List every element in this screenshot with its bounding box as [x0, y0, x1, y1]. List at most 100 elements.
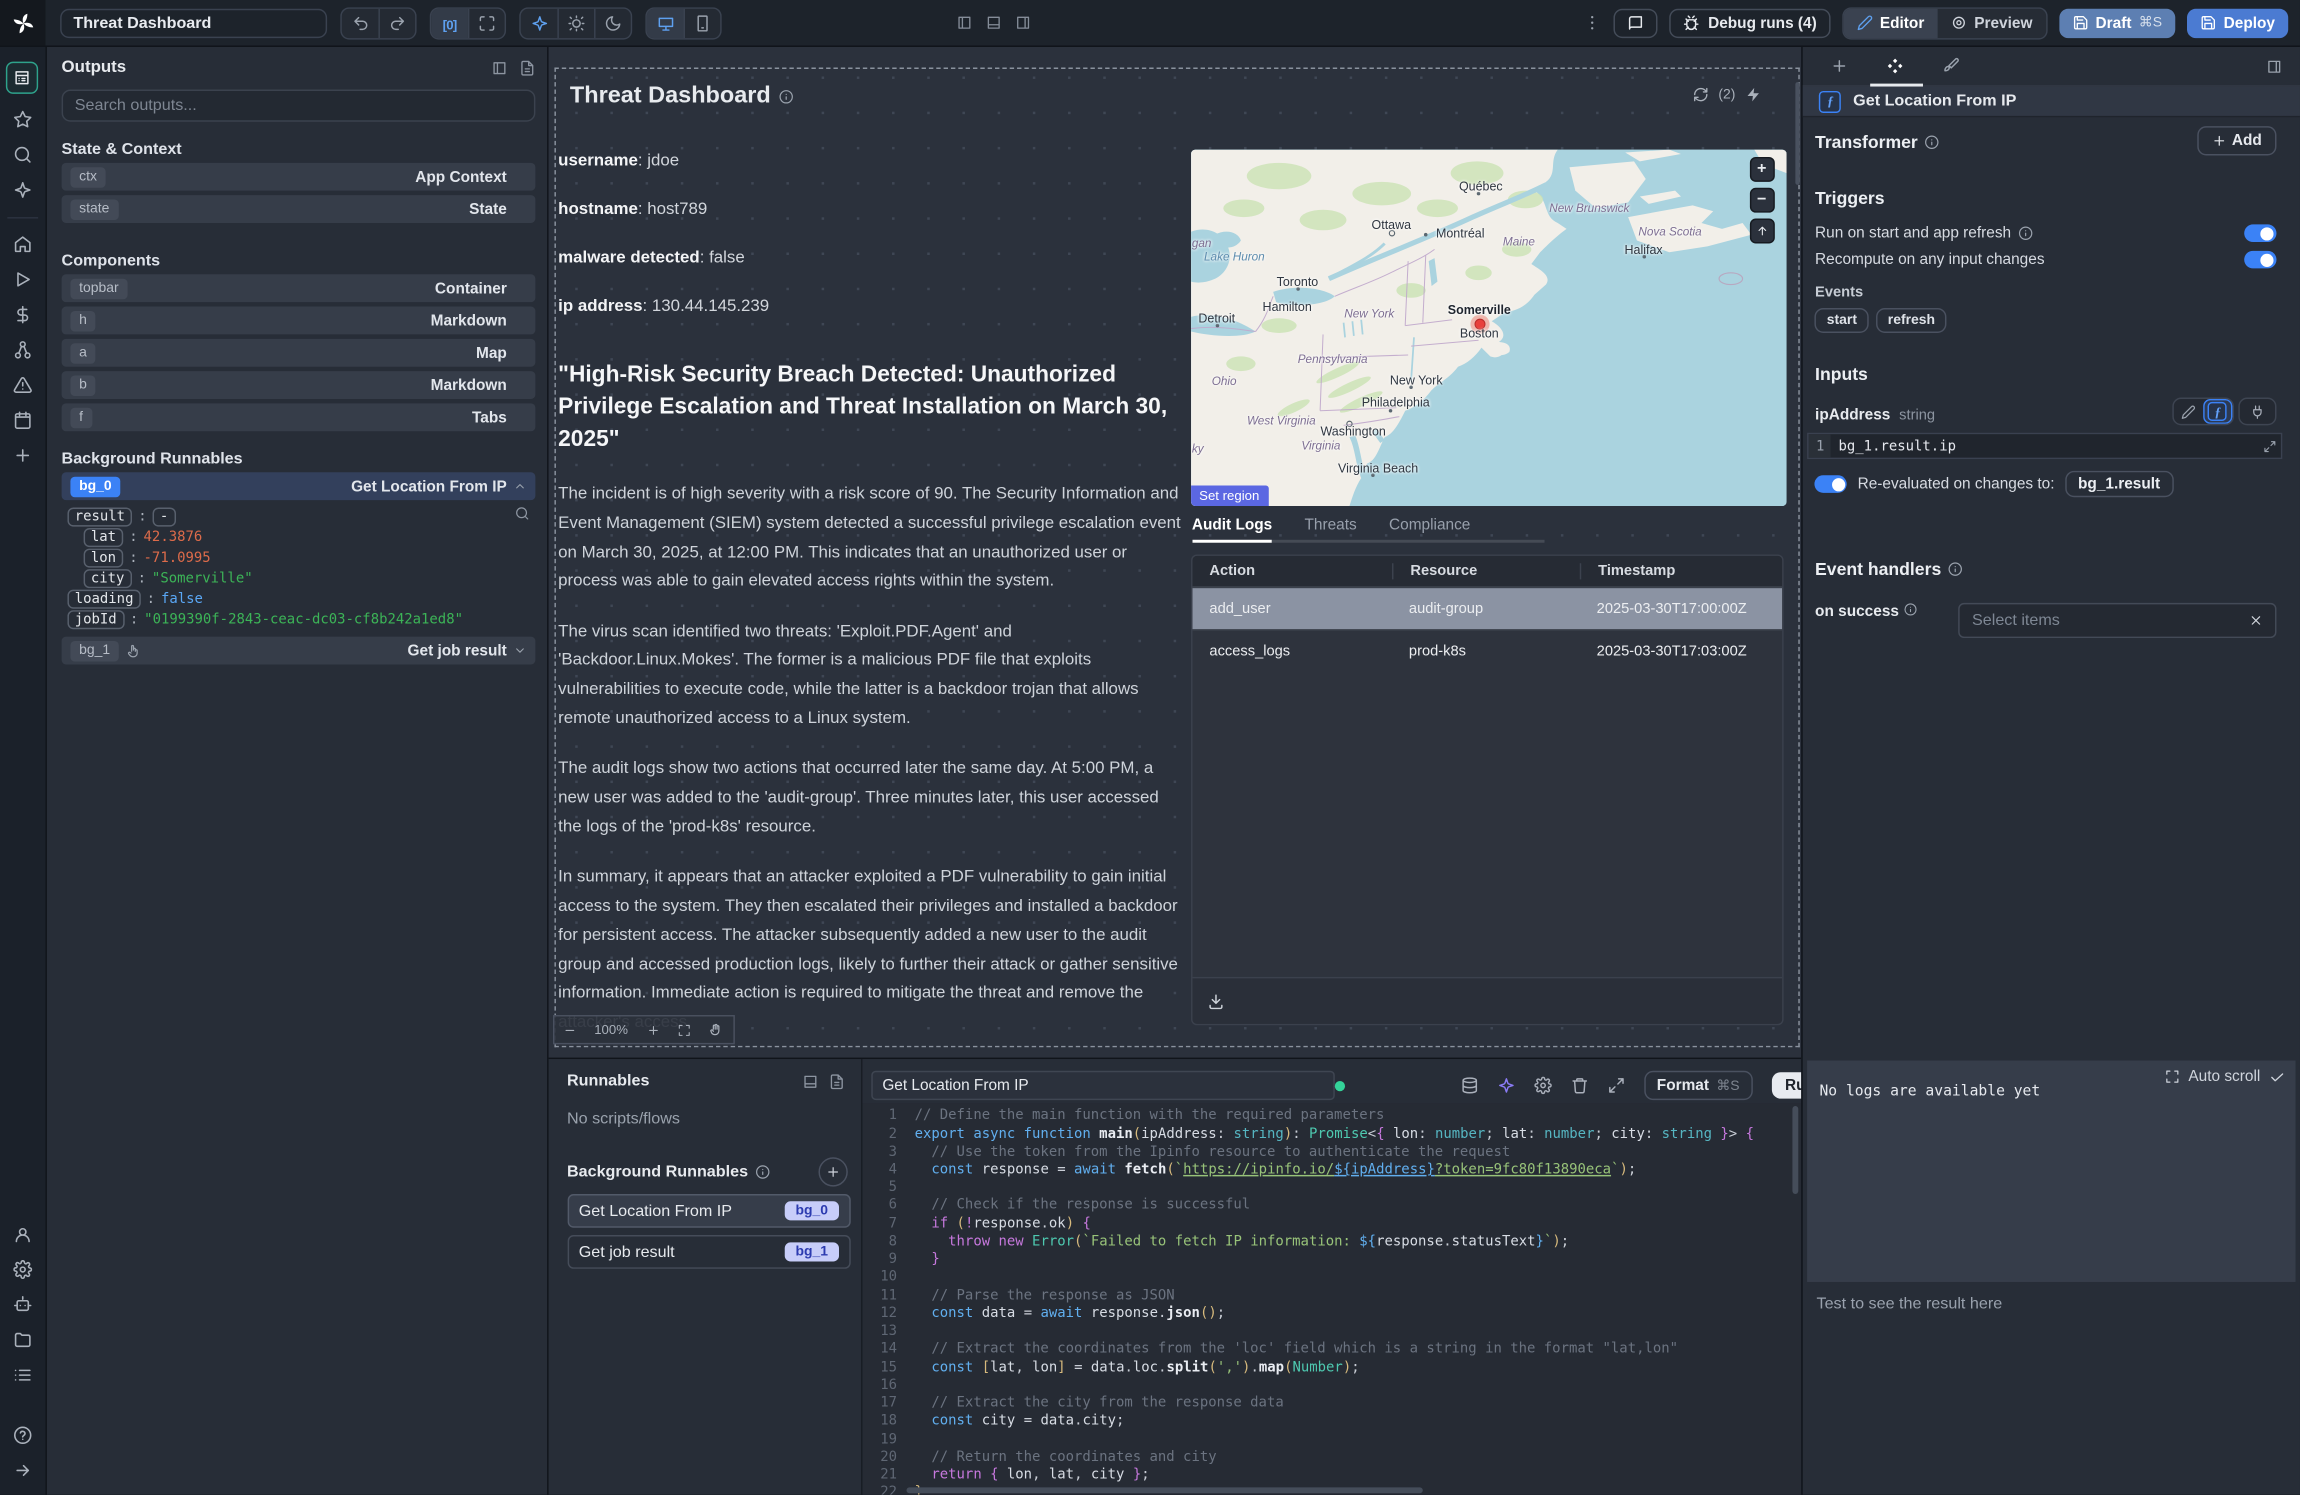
- json-entry-result[interactable]: result:-: [67, 506, 531, 527]
- ai-gen-icon[interactable]: [1497, 1077, 1515, 1095]
- add-bg-runnable-button[interactable]: [818, 1158, 847, 1187]
- code-area[interactable]: 1// Define the main function with the re…: [862, 1103, 1802, 1494]
- tab-audit-logs[interactable]: Audit Logs: [1192, 516, 1272, 534]
- add-icon[interactable]: [13, 446, 32, 465]
- json-entry-lon[interactable]: lon:-71.0995: [67, 547, 531, 568]
- autoscroll-checkbox[interactable]: [2269, 1069, 2285, 1085]
- app-title-input[interactable]: Threat Dashboard: [60, 8, 327, 37]
- workers-icon[interactable]: [13, 1295, 32, 1314]
- search-outputs-input[interactable]: Search outputs...: [62, 89, 535, 121]
- fit-icon[interactable]: [678, 1023, 691, 1036]
- user-icon[interactable]: [13, 1225, 32, 1244]
- output-row-ctx[interactable]: ctxApp Context: [62, 163, 535, 191]
- pan-icon[interactable]: [709, 1022, 724, 1037]
- toggle-left-panel-icon[interactable]: [956, 15, 972, 31]
- column-header-resource[interactable]: Resource: [1391, 563, 1579, 579]
- docs-button[interactable]: [1614, 8, 1658, 37]
- resources-icon[interactable]: [13, 340, 32, 359]
- component-row-h[interactable]: hMarkdown: [62, 307, 535, 335]
- event-chip-refresh[interactable]: refresh: [1876, 308, 1947, 333]
- redo-button[interactable]: [378, 8, 415, 37]
- set-region-button[interactable]: Set region: [1190, 486, 1268, 507]
- ai-assistant-button[interactable]: [521, 8, 558, 37]
- connect-input-button[interactable]: [2238, 398, 2276, 426]
- collapse-runnables-icon[interactable]: [802, 1073, 818, 1089]
- canvas-scrollbar[interactable]: [1796, 82, 1800, 185]
- clear-icon[interactable]: [2249, 613, 2264, 628]
- output-row-state[interactable]: stateState: [62, 195, 535, 223]
- rail-app-builder[interactable]: [7, 62, 39, 94]
- json-search-icon[interactable]: [514, 506, 529, 521]
- debug-runs-button[interactable]: Debug runs (4): [1670, 8, 1830, 37]
- runs-icon[interactable]: [13, 270, 32, 289]
- zap-icon[interactable]: [1746, 87, 1762, 103]
- eval-mode-button[interactable]: [2203, 399, 2232, 424]
- chevron-down-icon[interactable]: [513, 644, 526, 657]
- script-settings-icon[interactable]: [1534, 1077, 1552, 1095]
- app-canvas[interactable]: Threat Dashboard (2) username: jdoehostn…: [548, 47, 1802, 1058]
- report-markdown[interactable]: "High-Risk Security Breach Detected: Una…: [558, 359, 1183, 1058]
- logs-icon[interactable]: [13, 1366, 32, 1385]
- zoom-in-icon[interactable]: [646, 1023, 659, 1036]
- event-chip-start[interactable]: start: [1815, 308, 1869, 333]
- chevron-up-icon[interactable]: [513, 480, 526, 493]
- desktop-view-toggle[interactable]: [647, 8, 684, 37]
- component-row-a[interactable]: aMap: [62, 339, 535, 367]
- preview-tab[interactable]: Preview: [1938, 8, 2046, 37]
- on-success-select[interactable]: Select items: [1959, 603, 2277, 638]
- light-theme-button[interactable]: [557, 8, 594, 37]
- bg-runnable-bg_0[interactable]: Get Location From IPbg_0: [567, 1194, 850, 1228]
- run-on-start-toggle[interactable]: [2244, 224, 2276, 242]
- static-mode-button[interactable]: [2174, 399, 2203, 424]
- help-icon[interactable]: [13, 1426, 32, 1445]
- component-row-b[interactable]: bMarkdown: [62, 371, 535, 399]
- json-entry-jobId[interactable]: jobId:"0199390f-2843-ceac-dc03-cf8b242a1…: [67, 609, 531, 630]
- cache-icon[interactable]: [1460, 1077, 1478, 1095]
- ipaddress-expression-input[interactable]: 1 bg_1.result.ip: [1808, 433, 2283, 459]
- component-settings-tab[interactable]: [1887, 57, 1905, 75]
- collapse-right-panel-icon[interactable]: [2266, 58, 2282, 74]
- collapse-toggle[interactable]: -: [153, 507, 176, 526]
- zoom-out-icon[interactable]: [563, 1023, 576, 1036]
- deploy-button[interactable]: Deploy: [2187, 8, 2288, 37]
- json-entry-lat[interactable]: lat:42.3876: [67, 527, 531, 548]
- dark-theme-button[interactable]: [594, 8, 631, 37]
- toggle-right-panel-icon[interactable]: [1015, 15, 1031, 31]
- more-menu-icon[interactable]: [1583, 13, 1602, 32]
- refresh-app-icon[interactable]: [1692, 87, 1708, 103]
- expand-editor-icon[interactable]: [1607, 1077, 1625, 1095]
- mobile-view-toggle[interactable]: [684, 8, 721, 37]
- insert-component-tab[interactable]: [1831, 57, 1849, 75]
- recompute-toggle[interactable]: [2244, 251, 2276, 269]
- collapse-outputs-icon[interactable]: [491, 59, 507, 75]
- bg0-output-row[interactable]: bg_0 Get Location From IP: [62, 472, 535, 500]
- add-transformer-button[interactable]: Add: [2197, 126, 2277, 155]
- home-icon[interactable]: [13, 235, 32, 254]
- runnable-name-input[interactable]: Get Location From IP: [871, 1071, 1335, 1100]
- windmill-logo[interactable]: [0, 0, 45, 45]
- component-row-topbar[interactable]: topbarContainer: [62, 274, 535, 302]
- editor-hscrollbar[interactable]: [906, 1487, 1423, 1493]
- search-icon[interactable]: [13, 145, 32, 164]
- expand-expression-icon[interactable]: [2264, 439, 2277, 452]
- variables-icon[interactable]: [13, 305, 32, 324]
- draft-button[interactable]: Draft⌘S: [2059, 8, 2175, 37]
- reeval-target-chip[interactable]: bg_1.result: [2065, 471, 2174, 497]
- ai-wand-icon[interactable]: [13, 180, 32, 199]
- map-locate-button[interactable]: [1749, 219, 1774, 244]
- download-icon[interactable]: [1206, 992, 1224, 1010]
- format-button[interactable]: Format⌘S: [1644, 1071, 1753, 1100]
- map-component[interactable]: QuébecOttawaMontréalNew BrunswickNova Sc…: [1190, 150, 1786, 506]
- alerts-icon[interactable]: [13, 376, 32, 395]
- table-row[interactable]: add_useraudit-group2025-03-30T17:00:00Z: [1192, 587, 1782, 630]
- bg-runnable-bg_1[interactable]: Get job resultbg_1: [567, 1235, 850, 1269]
- outputs-doc-icon[interactable]: [519, 59, 535, 75]
- editor-tab[interactable]: Editor: [1843, 8, 1937, 37]
- component-row-f[interactable]: fTabs: [62, 403, 535, 431]
- runnables-doc-icon[interactable]: [828, 1073, 844, 1089]
- selected-component-header[interactable]: Get Location From IP: [1803, 87, 2300, 118]
- map-zoom-out-button[interactable]: −: [1749, 188, 1774, 213]
- expand-grid-button[interactable]: [468, 8, 505, 37]
- json-entry-city[interactable]: city:"Somerville": [67, 568, 531, 589]
- tab-compliance[interactable]: Compliance: [1389, 516, 1470, 534]
